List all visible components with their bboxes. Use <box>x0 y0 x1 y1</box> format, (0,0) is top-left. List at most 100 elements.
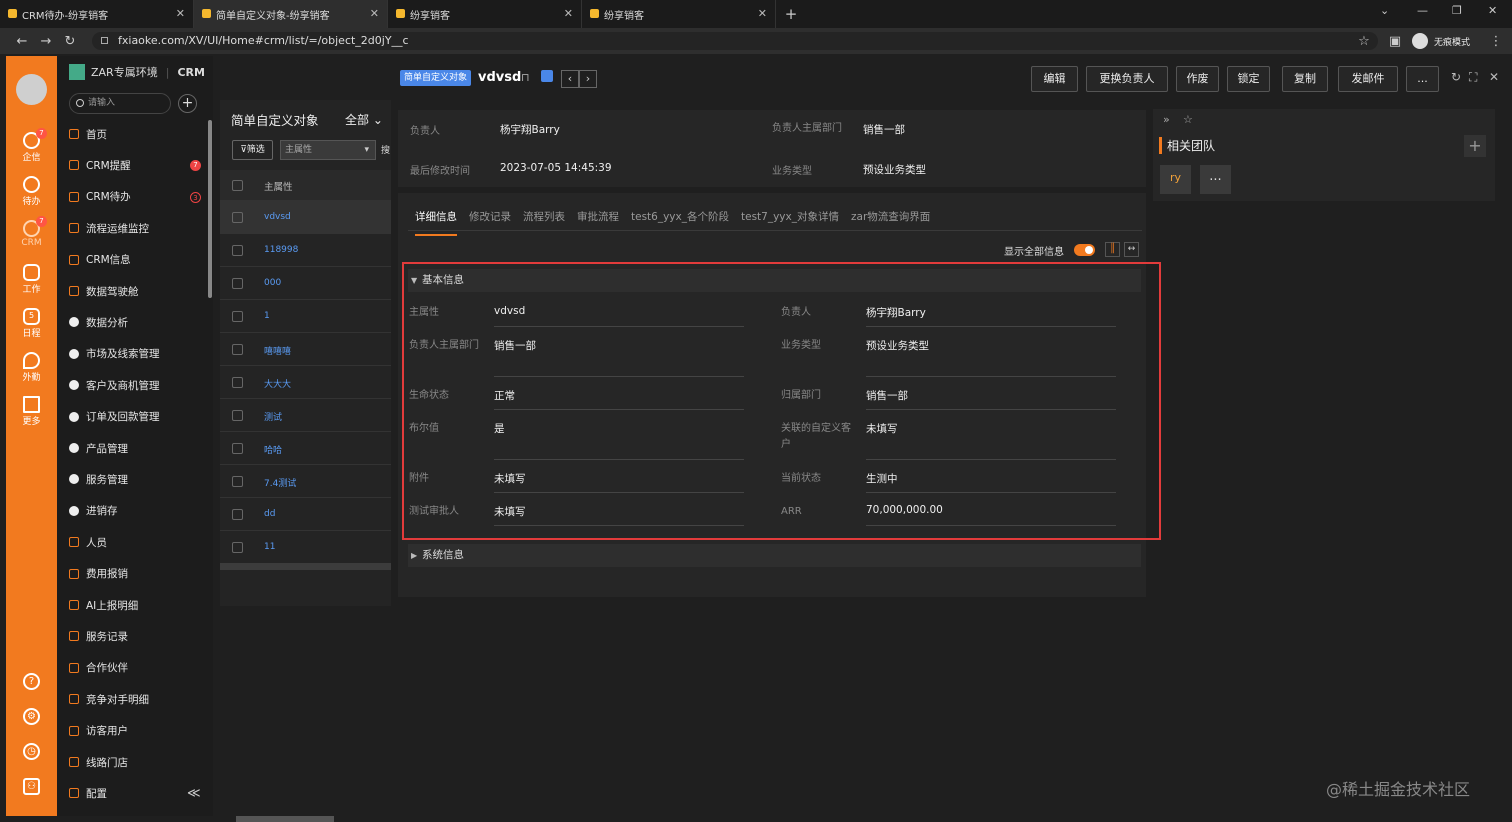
section-system-info[interactable]: ▶ 系统信息 <box>408 544 1141 567</box>
user-settings-icon[interactable]: ⚇ <box>23 778 40 795</box>
list-scrollbar[interactable] <box>220 563 391 570</box>
avatar[interactable] <box>16 74 47 105</box>
horizontal-scrollbar[interactable] <box>236 816 334 822</box>
close-icon[interactable]: ✕ <box>176 7 185 20</box>
table-row[interactable]: 1 <box>220 300 391 333</box>
column-header[interactable]: 主属性 <box>264 179 293 193</box>
nav-item[interactable]: 人员 <box>69 532 209 552</box>
row-link[interactable]: 1 <box>264 311 270 321</box>
bookmark-star-icon[interactable]: ☆ <box>1352 34 1376 49</box>
tab[interactable]: test7_yyx_对象详情 <box>741 209 839 236</box>
reload-icon[interactable]: ↻ <box>58 34 82 49</box>
row-checkbox[interactable] <box>232 212 243 223</box>
add-icon[interactable]: + <box>178 94 197 113</box>
row-checkbox[interactable] <box>232 344 243 355</box>
table-row[interactable]: 7.4测试 <box>220 465 391 498</box>
row-checkbox[interactable] <box>232 245 243 256</box>
nav-item[interactable]: CRM提醒 7 <box>69 155 209 175</box>
search-button[interactable]: 搜 <box>381 143 390 156</box>
action-button[interactable]: 作废 <box>1176 66 1219 92</box>
filter-button[interactable]: ⊽筛选 <box>232 140 273 160</box>
table-row[interactable]: 嘻嘻嘻 <box>220 333 391 366</box>
row-link[interactable]: 000 <box>264 278 281 288</box>
prev-record-icon[interactable]: ‹ <box>561 70 579 88</box>
nav-item[interactable]: 竞争对手明细 <box>69 689 209 709</box>
action-button[interactable]: ... <box>1406 66 1439 92</box>
row-checkbox[interactable] <box>232 509 243 520</box>
row-link[interactable]: vdvsd <box>264 212 291 222</box>
scope-dropdown[interactable]: 全部 ⌄ <box>345 111 383 128</box>
new-tab-icon[interactable]: + <box>776 0 806 28</box>
row-checkbox[interactable] <box>232 476 243 487</box>
table-row[interactable]: vdvsd <box>220 201 391 234</box>
window-close-icon[interactable]: ✕ <box>1488 4 1497 17</box>
table-row[interactable]: 118998 <box>220 234 391 267</box>
restore-icon[interactable]: ❐ <box>1452 4 1462 17</box>
close-icon[interactable]: ✕ <box>758 7 767 20</box>
nav-item[interactable]: 流程运维监控 <box>69 218 209 238</box>
tag-edit-icon[interactable] <box>541 70 553 82</box>
nav-item[interactable]: 市场及线索管理 <box>69 344 209 364</box>
row-checkbox[interactable] <box>232 311 243 322</box>
row-checkbox[interactable] <box>232 542 243 553</box>
select-all-checkbox[interactable] <box>232 180 243 191</box>
row-link[interactable]: 嘻嘻嘻 <box>264 344 291 357</box>
nav-item[interactable]: 访客用户 <box>69 721 209 741</box>
browser-tab-active[interactable]: 简单自定义对象-纷享销客 ✕ <box>194 0 388 28</box>
column-layout-icon[interactable]: ║ <box>1105 242 1120 257</box>
nav-scrollbar[interactable] <box>208 120 212 298</box>
tab[interactable]: 详细信息 <box>415 209 457 236</box>
action-button[interactable]: 发邮件 <box>1338 66 1398 92</box>
row-link[interactable]: dd <box>264 509 275 519</box>
tab[interactable]: zar物流查询界面 <box>851 209 930 236</box>
help-icon[interactable]: ? <box>23 673 40 690</box>
close-icon[interactable]: ✕ <box>370 7 379 20</box>
back-icon[interactable]: ← <box>10 34 34 49</box>
tab[interactable]: test6_yyx_各个阶段 <box>631 209 729 236</box>
member-avatar[interactable]: ry <box>1160 165 1191 194</box>
nav-item[interactable]: 费用报销 <box>69 564 209 584</box>
collapse-icon[interactable]: ≪ <box>187 786 201 801</box>
browser-tab[interactable]: 纷享销客 ✕ <box>582 0 776 28</box>
row-link[interactable]: 7.4测试 <box>264 476 296 489</box>
refresh-icon[interactable]: ↻ <box>1451 70 1461 84</box>
close-detail-icon[interactable]: ✕ <box>1489 70 1499 84</box>
add-member-icon[interactable]: + <box>1464 135 1486 157</box>
table-row[interactable]: dd <box>220 498 391 531</box>
fullscreen-icon[interactable]: ⛶ <box>1469 70 1477 85</box>
history-icon[interactable]: ◷ <box>23 743 40 760</box>
table-row[interactable]: 大大大 <box>220 366 391 399</box>
table-row[interactable]: 000 <box>220 267 391 300</box>
sidepanel-icon[interactable]: ▣ <box>1383 34 1407 49</box>
nav-item[interactable]: 产品管理 <box>69 438 209 458</box>
sidebar-item-work[interactable]: 工作 <box>6 264 57 295</box>
table-row[interactable]: 测试 <box>220 399 391 432</box>
nav-search-input[interactable]: 请输入 <box>69 93 171 114</box>
collapse-panel-icon[interactable]: » <box>1163 113 1170 126</box>
row-checkbox[interactable] <box>232 377 243 388</box>
sidebar-item-schedule[interactable]: 5 日程 <box>6 308 57 339</box>
browser-tab[interactable]: 纷享销客 ✕ <box>388 0 582 28</box>
url-field[interactable]: fxiaoke.com/XV/UI/Home#crm/list/=/object… <box>92 32 1378 50</box>
table-row[interactable]: 哈哈 <box>220 432 391 465</box>
sidebar-item-field[interactable]: 外勤 <box>6 352 57 383</box>
env-name[interactable]: ZAR专属环境 <box>91 64 158 80</box>
row-link[interactable]: 11 <box>264 542 275 552</box>
browser-menu-icon[interactable]: ⋮ <box>1484 34 1508 49</box>
tab[interactable]: 审批流程 <box>577 209 619 236</box>
sidebar-item-messages[interactable]: 7 企信 <box>6 128 57 163</box>
nav-item[interactable]: CRM待办 3 <box>69 187 209 207</box>
row-checkbox[interactable] <box>232 410 243 421</box>
tab[interactable]: 流程列表 <box>523 209 565 236</box>
nav-item[interactable]: 服务管理 <box>69 469 209 489</box>
table-row[interactable]: 11 <box>220 531 391 564</box>
incognito-indicator[interactable]: 无痕模式 <box>1412 33 1470 49</box>
tab[interactable]: 修改记录 <box>469 209 511 236</box>
settings-icon[interactable]: ⚙ <box>23 708 40 725</box>
nav-item[interactable]: 客户及商机管理 <box>69 375 209 395</box>
nav-item[interactable]: 数据分析 <box>69 312 209 332</box>
browser-tab[interactable]: CRM待办-纷享销客 ✕ <box>0 0 194 28</box>
forward-icon[interactable]: → <box>34 34 58 49</box>
nav-item[interactable]: 进销存 <box>69 501 209 521</box>
nav-item[interactable]: 首页 <box>69 124 209 144</box>
